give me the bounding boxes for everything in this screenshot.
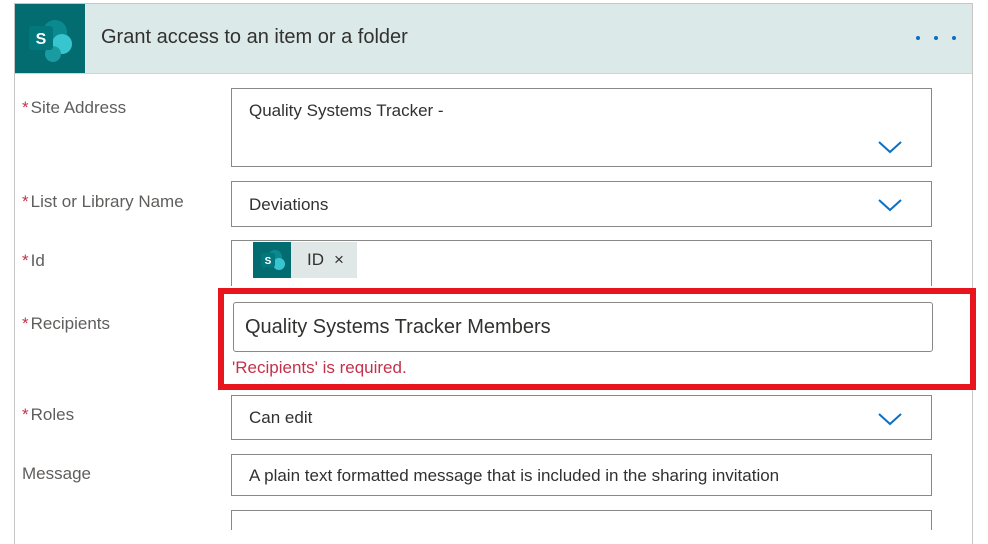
required-marker: *: [22, 405, 29, 424]
recipients-error: 'Recipients' is required.: [232, 358, 407, 377]
chevron-down-icon[interactable]: [877, 411, 903, 427]
message-input[interactable]: A plain text formatted message that is i…: [231, 454, 932, 496]
roles-dropdown[interactable]: Can edit: [231, 395, 932, 440]
id-field[interactable]: S ID ×: [231, 240, 932, 286]
required-marker: *: [22, 98, 29, 117]
site-address-value: Quality Systems Tracker -: [249, 101, 444, 120]
chevron-down-icon[interactable]: [877, 197, 903, 213]
required-marker: *: [22, 314, 29, 333]
card-header[interactable]: S Grant access to an item or a folder: [15, 4, 972, 74]
svg-text:S: S: [265, 256, 272, 267]
message-label: Message: [22, 464, 91, 483]
recipients-label: * Recipients: [22, 314, 110, 333]
sharepoint-icon: S: [253, 242, 291, 278]
roles-value: Can edit: [249, 408, 313, 427]
list-name-label: * List or Library Name: [22, 192, 184, 211]
message-placeholder: A plain text formatted message that is i…: [249, 466, 780, 485]
sharepoint-icon: S: [15, 4, 85, 73]
roles-label: * Roles: [22, 405, 75, 424]
site-address-label: * Site Address: [22, 98, 127, 117]
token-label: ID: [307, 250, 324, 269]
next-field[interactable]: [231, 510, 932, 530]
dynamic-content-token[interactable]: S ID ×: [253, 242, 357, 278]
id-label: * Id: [22, 251, 45, 270]
svg-text:S: S: [36, 31, 47, 48]
chevron-down-icon[interactable]: [877, 139, 903, 155]
list-name-value: Deviations: [249, 195, 329, 214]
site-address-field[interactable]: Quality Systems Tracker -: [231, 88, 932, 167]
required-marker: *: [22, 251, 29, 270]
card-title: Grant access to an item or a folder: [101, 26, 408, 48]
list-name-dropdown[interactable]: Deviations: [231, 181, 932, 227]
recipients-input[interactable]: Quality Systems Tracker Members: [233, 302, 933, 352]
remove-token-icon[interactable]: ×: [334, 250, 344, 270]
more-options-icon[interactable]: [916, 26, 956, 50]
required-marker: *: [22, 192, 29, 211]
